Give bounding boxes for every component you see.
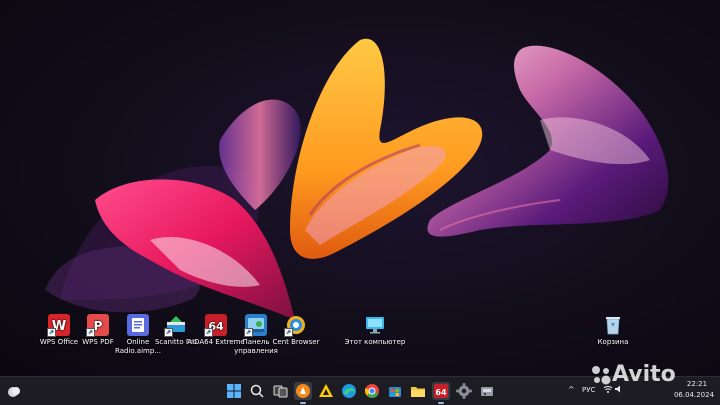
desktop-icon-recycle-bin[interactable]: Корзина — [581, 314, 645, 347]
clock-date[interactable]: 06.04.2024 — [672, 391, 716, 399]
shortcut-arrow-icon: ↗ — [86, 328, 95, 337]
file-explorer-icon[interactable] — [409, 382, 427, 400]
aimp-icon[interactable] — [294, 382, 312, 404]
settings-icon[interactable] — [455, 382, 473, 400]
desktop-icon-label: Корзина — [597, 338, 629, 346]
chrome-icon[interactable] — [363, 382, 381, 400]
clock-time[interactable]: 22:21 — [678, 380, 716, 388]
widgets-weather-icon[interactable] — [4, 382, 22, 400]
yandex-icon[interactable] — [317, 382, 335, 400]
shortcut-arrow-icon: ↗ — [244, 328, 253, 337]
start-icon[interactable] — [225, 382, 243, 400]
shortcut-arrow-icon: ↗ — [284, 328, 293, 337]
desktop-icon-label: Cent Browser — [272, 338, 320, 346]
desktop-icon-cent-browser[interactable]: ↗ Cent Browser — [264, 314, 328, 347]
cent-browser-icon: ↗ — [284, 314, 307, 337]
desktop: W ↗ WPS Office P ↗ WPS PDF Online Radio.… — [0, 0, 720, 376]
task-view-icon[interactable] — [271, 382, 289, 400]
this-pc-icon — [364, 314, 386, 336]
device-icon[interactable] — [478, 382, 496, 400]
tray-overflow-chevron-icon[interactable]: ^ — [568, 385, 575, 394]
svg-text:64: 64 — [435, 388, 447, 397]
edge-icon[interactable] — [340, 382, 358, 400]
shortcut-arrow-icon: ↗ — [47, 328, 56, 337]
desktop-icon-this-pc[interactable]: Этот компьютер — [343, 314, 407, 347]
shortcut-arrow-icon: ↗ — [204, 328, 213, 337]
store-icon[interactable] — [386, 382, 404, 400]
search-icon[interactable] — [248, 382, 266, 400]
desktop-icon-label: Этот компьютер — [344, 338, 406, 346]
avito-watermark: Avito — [612, 362, 676, 387]
aida64-taskbar-icon[interactable]: 64 — [432, 382, 450, 404]
shortcut-arrow-icon: ↗ — [164, 328, 173, 337]
avito-logo-icon — [592, 366, 611, 385]
input-language[interactable]: РУС — [582, 386, 595, 394]
recycle-bin-icon — [602, 314, 624, 336]
